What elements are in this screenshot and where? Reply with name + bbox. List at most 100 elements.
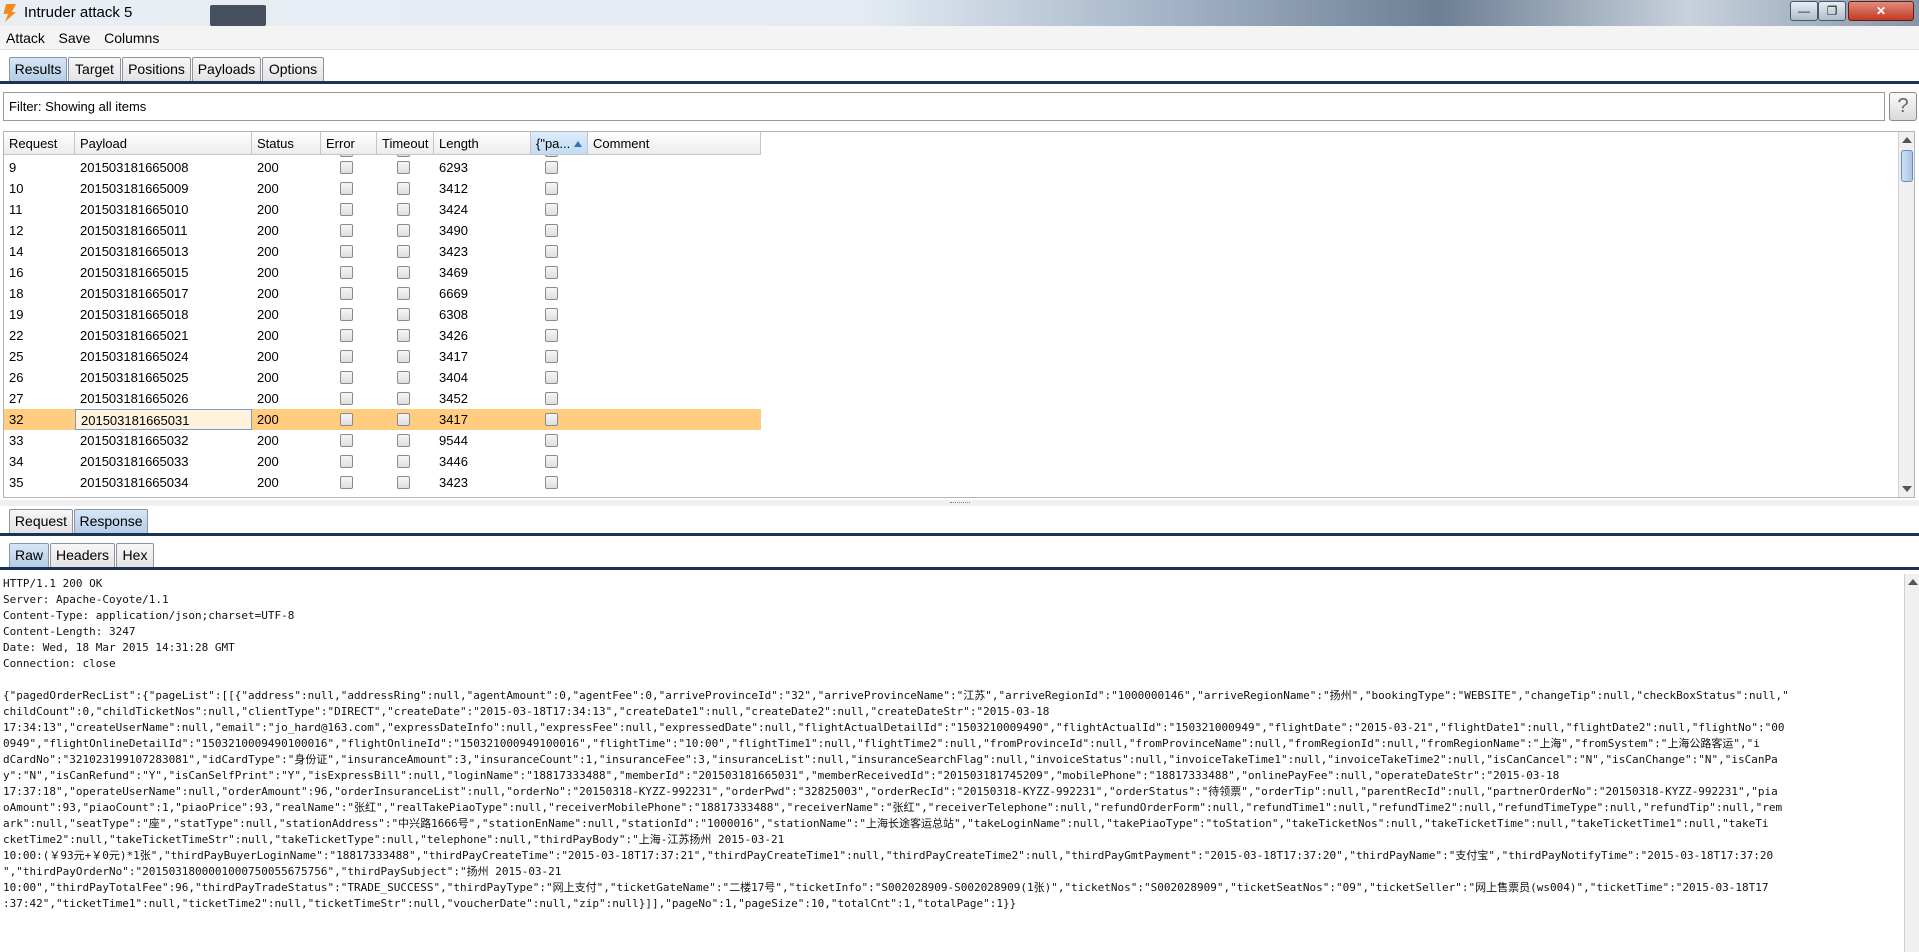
table-row[interactable]: 26 201503181665025 200 3404 — [4, 367, 761, 388]
column-header-status[interactable]: Status — [252, 132, 321, 155]
table-row[interactable]: 12 201503181665011 200 3490 — [4, 220, 761, 241]
scroll-up-icon[interactable] — [1902, 137, 1912, 143]
cell-length: 3423 — [439, 475, 468, 490]
response-line: Server: Apache-Coyote/1.1 — [3, 593, 169, 606]
table-scrollbar[interactable] — [1898, 132, 1914, 497]
cell-status: 200 — [257, 349, 279, 364]
cell-payload: 201503181665026 — [80, 391, 189, 406]
grep-match-checkbox — [545, 350, 558, 363]
column-header-payload[interactable]: Payload — [75, 132, 252, 155]
table-row[interactable]: 27 201503181665026 200 3452 — [4, 388, 761, 409]
tab-payloads[interactable]: Payloads — [192, 57, 261, 81]
error-checkbox — [340, 476, 353, 489]
cell-request: 11 — [9, 202, 23, 217]
cell-status: 200 — [257, 370, 279, 385]
menu-attack[interactable]: Attack — [0, 26, 49, 46]
table-row[interactable]: 11 201503181665010 200 3424 — [4, 199, 761, 220]
response-line: cketTime2":null,"takeTicketTimeStr":null… — [3, 833, 785, 846]
response-line: 10:00","thirdPayTotalFee":96,"thirdPayTr… — [3, 881, 1769, 894]
cell-length: 3417 — [439, 349, 468, 364]
cell-length: 3412 — [439, 181, 468, 196]
scroll-down-icon[interactable] — [1902, 486, 1912, 492]
table-row[interactable]: 34 201503181665033 200 3446 — [4, 451, 761, 472]
tab-options[interactable]: Options — [262, 57, 324, 81]
table-row[interactable]: 19 201503181665018 200 6308 — [4, 304, 761, 325]
maximize-button[interactable]: ❐ — [1818, 1, 1846, 21]
cell-status: 200 — [257, 181, 279, 196]
error-checkbox — [340, 182, 353, 195]
response-line — [3, 672, 1901, 688]
error-checkbox — [340, 308, 353, 321]
table-header: Request Payload Status Error Timeout Len… — [4, 132, 761, 155]
tab-response[interactable]: Response — [74, 509, 148, 533]
scroll-thumb[interactable] — [1901, 150, 1913, 182]
column-header-timeout[interactable]: Timeout — [377, 132, 434, 155]
scroll-up-icon[interactable] — [1908, 579, 1918, 585]
grep-match-checkbox — [545, 434, 558, 447]
cell-length: 3404 — [439, 370, 468, 385]
table-row[interactable]: 16 201503181665015 200 3469 — [4, 262, 761, 283]
filter-bar[interactable]: Filter: Showing all items — [3, 92, 1885, 121]
response-line: dCardNo":"321023199107283081","idCardTyp… — [3, 753, 1778, 766]
cell-request: 16 — [9, 265, 24, 280]
table-row[interactable]: 14 201503181665013 200 3423 — [4, 241, 761, 262]
column-header-error[interactable]: Error — [321, 132, 377, 155]
response-line: ","thirdPayOrderNo":"2015031800001000750… — [3, 865, 562, 878]
cell-payload: 201503181665011 — [80, 223, 188, 238]
table-row[interactable]: 33 201503181665032 200 9544 — [4, 430, 761, 451]
column-header-length[interactable]: Length — [434, 132, 531, 155]
cell-length: 6293 — [439, 160, 468, 175]
tab-hex[interactable]: Hex — [116, 543, 154, 567]
column-header-request[interactable]: Request — [4, 132, 75, 155]
response-line: Content-Type: application/json;charset=U… — [3, 609, 295, 622]
table-row[interactable]: 25 201503181665024 200 3417 — [4, 346, 761, 367]
cell-payload: 201503181665032 — [80, 433, 189, 448]
timeout-checkbox — [397, 224, 410, 237]
timeout-checkbox — [397, 182, 410, 195]
grep-match-checkbox — [545, 266, 558, 279]
close-button[interactable]: ✕ — [1848, 1, 1914, 21]
cell-length: 3424 — [439, 202, 468, 217]
tab-positions[interactable]: Positions — [122, 57, 191, 81]
response-line: 0949","flightOnlineDetailId":"1503210009… — [3, 737, 1760, 750]
response-scrollbar[interactable] — [1904, 574, 1919, 952]
response-line: 10:00:(￥93元+￥0元)*1张","thirdPayBuyerLogin… — [3, 849, 1774, 862]
menu-bar: Attack Save Columns — [0, 26, 1919, 50]
column-header-comment[interactable]: Comment — [588, 132, 761, 155]
table-row[interactable]: 18 201503181665017 200 6669 — [4, 283, 761, 304]
menu-columns[interactable]: Columns — [98, 26, 163, 46]
attack-tabs: Results Target Positions Payloads Option… — [0, 54, 1919, 84]
table-row[interactable]: 35 201503181665034 200 3423 — [4, 472, 761, 493]
response-line: oAmount":93,"piaoCount":1,"piaoPrice":93… — [3, 801, 1783, 814]
cell-payload: 201503181665017 — [80, 286, 189, 301]
cell-length: 3490 — [439, 223, 468, 238]
tab-request[interactable]: Request — [9, 509, 73, 533]
error-checkbox — [340, 329, 353, 342]
tab-raw[interactable]: Raw — [9, 543, 49, 567]
grep-match-checkbox — [545, 392, 558, 405]
error-checkbox — [340, 434, 353, 447]
tab-headers[interactable]: Headers — [50, 543, 115, 567]
grep-match-checkbox — [545, 476, 558, 489]
response-body[interactable]: HTTP/1.1 200 OK Server: Apache-Coyote/1.1… — [0, 574, 1904, 952]
table-row[interactable]: 9 201503181665008 200 6293 — [4, 157, 761, 178]
grep-column-label: {"pa... — [536, 136, 571, 151]
cell-request: 25 — [9, 349, 24, 364]
tab-target[interactable]: Target — [68, 57, 121, 81]
tab-results[interactable]: Results — [9, 57, 67, 81]
burp-logo-icon — [3, 4, 16, 22]
help-button[interactable]: ? — [1889, 92, 1917, 121]
table-row[interactable]: 22 201503181665021 200 3426 — [4, 325, 761, 346]
table-row[interactable]: 10 201503181665009 200 3412 — [4, 178, 761, 199]
minimize-button[interactable]: — — [1790, 1, 1818, 21]
timeout-checkbox — [397, 308, 410, 321]
error-checkbox — [340, 224, 353, 237]
grep-match-checkbox — [545, 182, 558, 195]
column-header-grep[interactable]: {"pa... — [531, 132, 588, 155]
table-row[interactable]: 32 201503181665031 200 3417 — [4, 409, 761, 430]
error-checkbox — [340, 203, 353, 216]
splitter-grip[interactable] — [950, 502, 970, 504]
menu-save[interactable]: Save — [53, 26, 95, 46]
cell-payload: 201503181665013 — [80, 244, 189, 259]
cell-length: 6308 — [439, 307, 468, 322]
